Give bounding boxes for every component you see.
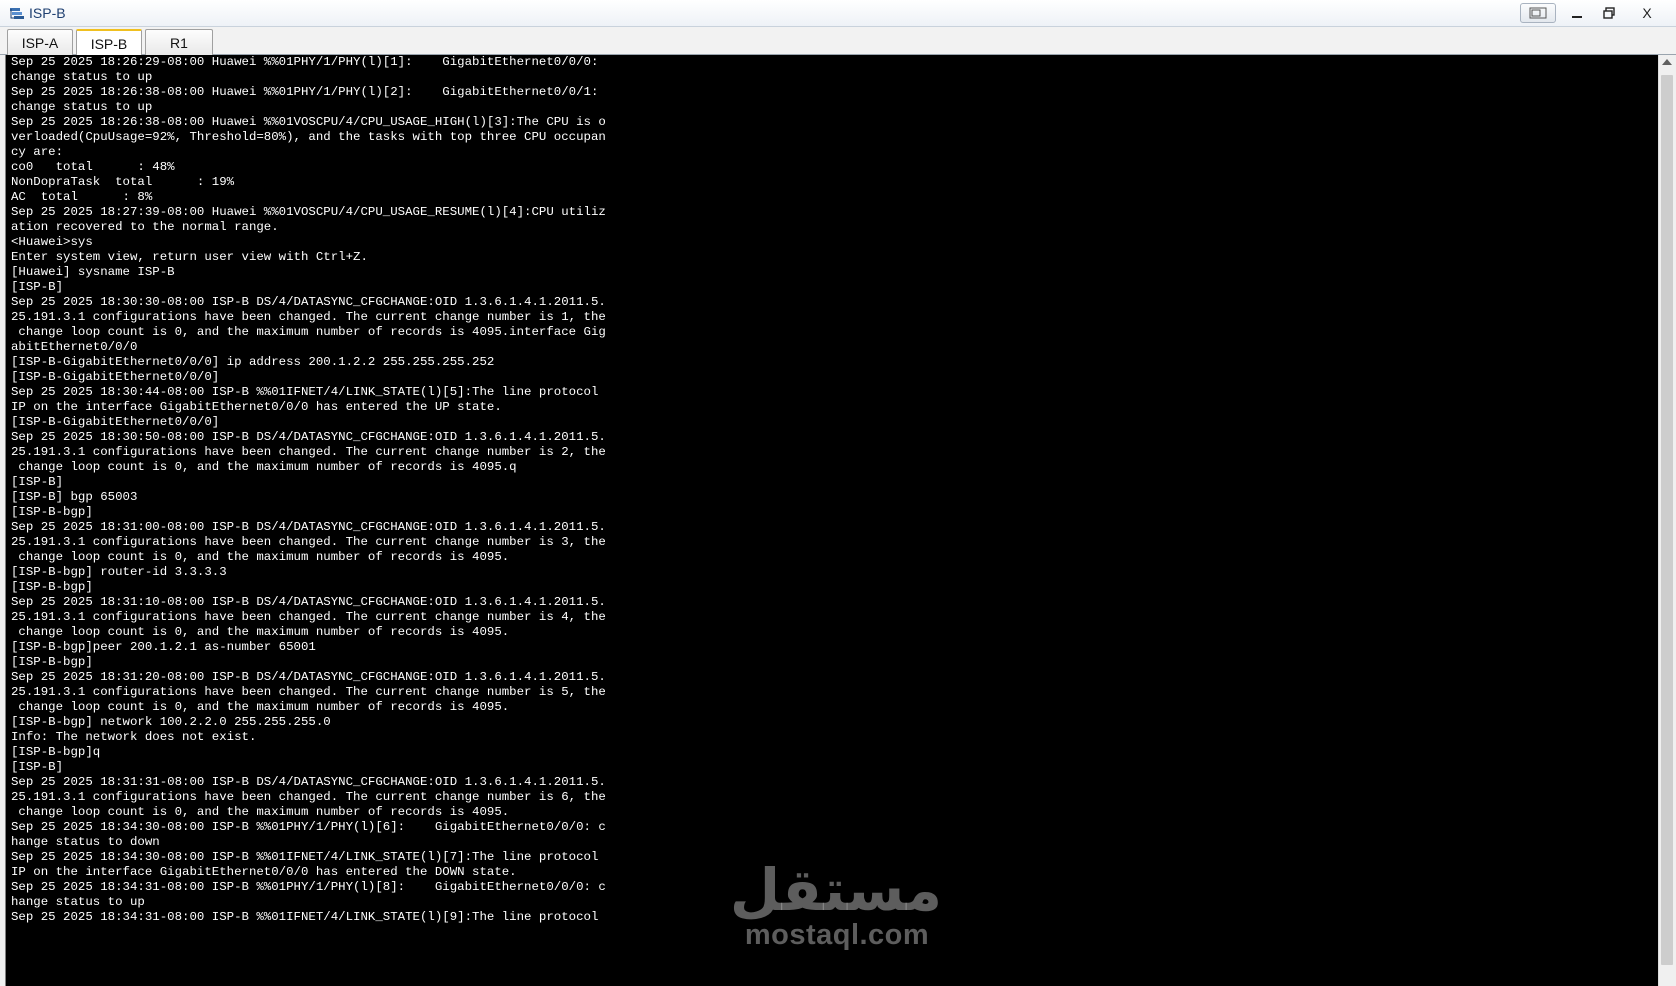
terminal-app-icon	[10, 8, 24, 19]
terminal-line: IP on the interface GigabitEthernet0/0/0…	[11, 865, 517, 879]
terminal-line: Sep 25 2025 18:31:00-08:00 ISP-B DS/4/DA…	[11, 520, 606, 534]
terminal-line: 25.191.3.1 configurations have been chan…	[11, 445, 606, 459]
tab-isp-b[interactable]: ISP-B	[76, 29, 142, 56]
terminal-line: [ISP-B-bgp] router-id 3.3.3.3	[11, 565, 227, 579]
terminal-line: cy are:	[11, 145, 64, 159]
maximize-button[interactable]	[1594, 3, 1624, 23]
terminal-line: [ISP-B-bgp]	[11, 655, 93, 669]
terminal-line: [ISP-B] bgp 65003	[11, 490, 138, 504]
terminal-line: change loop count is 0, and the maximum …	[11, 460, 517, 474]
terminal-line: Sep 25 2025 18:31:31-08:00 ISP-B DS/4/DA…	[11, 775, 606, 789]
scroll-up-arrow-icon[interactable]	[1662, 59, 1672, 65]
restore-layout-button[interactable]	[1520, 3, 1556, 23]
terminal-line: hange status to down	[11, 835, 160, 849]
terminal-line: Sep 25 2025 18:30:44-08:00 ISP-B %%01IFN…	[11, 385, 599, 399]
terminal-line: 25.191.3.1 configurations have been chan…	[11, 310, 606, 324]
terminal-output: Sep 25 2025 18:26:29-08:00 Huawei %%01PH…	[11, 55, 606, 925]
terminal-line: change loop count is 0, and the maximum …	[11, 700, 510, 714]
terminal-line: Sep 25 2025 18:34:30-08:00 ISP-B %%01IFN…	[11, 850, 599, 864]
terminal-line: Sep 25 2025 18:30:30-08:00 ISP-B DS/4/DA…	[11, 295, 606, 309]
terminal-line: Info: The network does not exist.	[11, 730, 257, 744]
terminal-line: 25.191.3.1 configurations have been chan…	[11, 790, 606, 804]
terminal-console[interactable]: Sep 25 2025 18:26:29-08:00 Huawei %%01PH…	[5, 55, 1658, 986]
terminal-line: change status to up	[11, 100, 153, 114]
scroll-thumb[interactable]	[1661, 75, 1673, 965]
tab-r1[interactable]: R1	[145, 29, 213, 55]
terminal-line: ation recovered to the normal range.	[11, 220, 279, 234]
terminal-line: <Huawei>sys	[11, 235, 93, 249]
terminal-line: co0 total : 48%	[11, 160, 175, 174]
session-tabs: ISP-A ISP-B R1	[0, 27, 1676, 56]
terminal-line: NonDopraTask total : 19%	[11, 175, 235, 189]
terminal-line: Sep 25 2025 18:31:10-08:00 ISP-B DS/4/DA…	[11, 595, 606, 609]
terminal-line: [ISP-B-GigabitEthernet0/0/0]	[11, 370, 220, 384]
title-bar[interactable]: ISP-B X	[0, 0, 1676, 27]
close-button[interactable]: X	[1632, 3, 1662, 23]
terminal-line: Sep 25 2025 18:34:30-08:00 ISP-B %%01PHY…	[11, 820, 606, 834]
window-layout-icon	[1529, 7, 1547, 19]
terminal-line: [Huawei] sysname ISP-B	[11, 265, 175, 279]
terminal-line: abitEthernet0/0/0	[11, 340, 138, 354]
terminal-line: [ISP-B-GigabitEthernet0/0/0] ip address …	[11, 355, 495, 369]
terminal-line: change loop count is 0, and the maximum …	[11, 805, 510, 819]
terminal-line: Sep 25 2025 18:26:38-08:00 Huawei %%01PH…	[11, 85, 599, 99]
terminal-line: AC total : 8%	[11, 190, 153, 204]
window-title: ISP-B	[29, 5, 66, 21]
terminal-line: [ISP-B-bgp]	[11, 505, 93, 519]
terminal-line: Sep 25 2025 18:31:20-08:00 ISP-B DS/4/DA…	[11, 670, 606, 684]
terminal-line: change loop count is 0, and the maximum …	[11, 325, 606, 339]
terminal-line: Enter system view, return user view with…	[11, 250, 368, 264]
terminal-line: Sep 25 2025 18:30:50-08:00 ISP-B DS/4/DA…	[11, 430, 606, 444]
terminal-line: [ISP-B]	[11, 280, 64, 294]
terminal-line: hange status to up	[11, 895, 145, 909]
restore-icon	[1603, 7, 1615, 19]
terminal-line: Sep 25 2025 18:26:38-08:00 Huawei %%01VO…	[11, 115, 606, 129]
app-window: ISP-B X ISP-A ISP-B R1 Sep 25 2025 18:26…	[0, 0, 1676, 986]
terminal-line: 25.191.3.1 configurations have been chan…	[11, 535, 606, 549]
terminal-line: change loop count is 0, and the maximum …	[11, 550, 510, 564]
terminal-line: Sep 25 2025 18:27:39-08:00 Huawei %%01VO…	[11, 205, 606, 219]
terminal-line: IP on the interface GigabitEthernet0/0/0…	[11, 400, 502, 414]
terminal-line: [ISP-B-bgp]peer 200.1.2.1 as-number 6500…	[11, 640, 316, 654]
terminal-line: 25.191.3.1 configurations have been chan…	[11, 685, 606, 699]
terminal-line: [ISP-B-bgp]q	[11, 745, 101, 759]
terminal-line: [ISP-B]	[11, 475, 64, 489]
terminal-line: [ISP-B-bgp] network 100.2.2.0 255.255.25…	[11, 715, 331, 729]
terminal-line: [ISP-B-bgp]	[11, 580, 93, 594]
terminal-line: change loop count is 0, and the maximum …	[11, 625, 510, 639]
terminal-line: change status to up	[11, 70, 153, 84]
terminal-line: [ISP-B]	[11, 760, 64, 774]
vertical-scrollbar[interactable]	[1658, 55, 1676, 986]
terminal-line: Sep 25 2025 18:26:29-08:00 Huawei %%01PH…	[11, 55, 599, 69]
terminal-line: Sep 25 2025 18:34:31-08:00 ISP-B %%01PHY…	[11, 880, 606, 894]
minimize-icon	[1572, 16, 1582, 18]
tab-isp-a[interactable]: ISP-A	[7, 29, 73, 55]
terminal-line: verloaded(CpuUsage=92%, Threshold=80%), …	[11, 130, 606, 144]
terminal-line: [ISP-B-GigabitEthernet0/0/0]	[11, 415, 220, 429]
terminal-line: 25.191.3.1 configurations have been chan…	[11, 610, 606, 624]
minimize-button[interactable]	[1562, 3, 1592, 23]
terminal-line: Sep 25 2025 18:34:31-08:00 ISP-B %%01IFN…	[11, 910, 599, 924]
